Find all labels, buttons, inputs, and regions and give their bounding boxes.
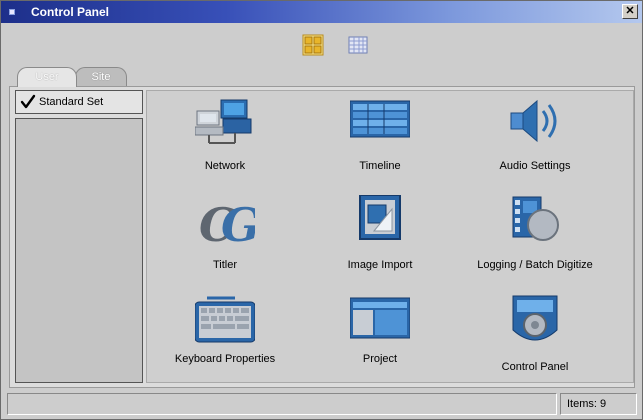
window-menu-icon[interactable] <box>9 9 15 15</box>
status-message <box>7 393 557 415</box>
title-bar[interactable]: Control Panel ✕ <box>1 1 642 23</box>
project-icon <box>350 297 410 339</box>
sets-list-empty-area <box>15 118 143 383</box>
close-button[interactable]: ✕ <box>622 4 638 19</box>
window-title: Control Panel <box>31 5 110 19</box>
network-label: Network <box>204 160 246 172</box>
tab-site[interactable]: Site <box>75 67 127 87</box>
keyboard-properties-label: Keyboard Properties <box>174 353 276 365</box>
network-item[interactable]: Network <box>150 97 300 177</box>
items-count-label: Items: 9 <box>567 398 607 410</box>
control-panel-window: Control Panel ✕ User Site Standard Set N… <box>0 0 643 420</box>
logging-batch-digitize-label: Logging / Batch Digitize <box>477 259 593 271</box>
image-import-item[interactable]: Image Import <box>305 195 455 275</box>
list-item[interactable]: Standard Set <box>15 90 143 114</box>
timeline-icon <box>350 100 410 138</box>
timeline-label: Timeline <box>359 160 401 172</box>
settings-icons-panel: Network Timeline Audio Settings C Titler… <box>146 90 634 383</box>
timeline-item[interactable]: Timeline <box>305 97 455 177</box>
project-label: Project <box>362 353 398 365</box>
status-items-count: Items: 9 <box>560 393 637 415</box>
logging-batch-digitize-icon <box>512 196 559 241</box>
list-view-icon[interactable] <box>347 34 369 56</box>
tab-user[interactable]: User <box>17 67 77 87</box>
project-item[interactable]: Project <box>305 292 455 372</box>
keyboard-properties-icon <box>195 296 255 343</box>
network-icon <box>195 99 252 144</box>
audio-settings-item[interactable]: Audio Settings <box>460 97 610 177</box>
checkmark-icon <box>20 94 36 109</box>
image-import-icon <box>359 195 401 240</box>
svg-text:G: G <box>221 198 255 251</box>
logging-batch-digitize-item[interactable]: Logging / Batch Digitize <box>460 195 610 275</box>
set-label: Standard Set <box>39 96 104 108</box>
control-panel-item[interactable]: Control Panel <box>460 292 610 373</box>
titler-label: Titler <box>212 259 238 271</box>
status-bar: Items: 9 <box>7 393 637 415</box>
sets-list: Standard Set <box>15 90 143 383</box>
audio-settings-icon <box>510 99 557 143</box>
audio-settings-label: Audio Settings <box>499 160 571 172</box>
keyboard-properties-item[interactable]: Keyboard Properties <box>150 292 300 372</box>
image-import-label: Image Import <box>347 259 413 271</box>
titler-icon: C G <box>199 198 255 251</box>
titler-item[interactable]: C G Titler <box>150 195 300 275</box>
large-icons-view-icon[interactable] <box>302 34 324 56</box>
control-panel-icon <box>512 295 558 341</box>
control-panel-label: Control Panel <box>501 361 569 373</box>
